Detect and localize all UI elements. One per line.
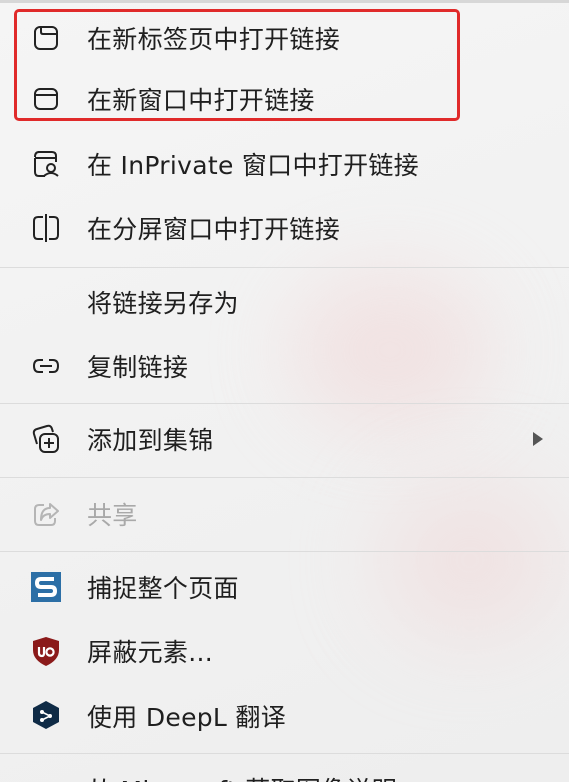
menu-item-open-in-split-screen[interactable]: 在分屏窗口中打开链接 <box>0 200 569 256</box>
menu-item-label: 屏蔽元素... <box>87 638 213 667</box>
highlight-annotation <box>14 9 460 121</box>
menu-divider <box>0 403 569 404</box>
menu-item-label: 捕捉整个页面 <box>87 574 239 603</box>
menu-divider <box>0 477 569 478</box>
collections-add-icon <box>28 421 64 457</box>
menu-divider <box>0 753 569 754</box>
menu-item-label: 共享 <box>87 501 138 530</box>
menu-item-copy-link[interactable]: 复制链接 <box>0 338 569 394</box>
menu-item-label: 复制链接 <box>87 353 189 382</box>
menu-item-label: 将链接另存为 <box>87 289 239 318</box>
capture-page-icon <box>28 569 64 605</box>
menu-divider <box>0 267 569 268</box>
menu-divider <box>0 551 569 552</box>
deepl-icon <box>28 698 64 734</box>
inprivate-window-icon <box>28 146 64 182</box>
top-edge <box>0 0 569 3</box>
submenu-arrow-icon <box>533 432 543 446</box>
menu-item-label: 在 InPrivate 窗口中打开链接 <box>87 151 419 180</box>
menu-item-label: 使用 DeepL 翻译 <box>87 703 287 732</box>
menu-item-save-link-as[interactable]: 将链接另存为 <box>0 274 569 330</box>
menu-item-block-element[interactable]: 屏蔽元素... <box>0 623 569 679</box>
menu-item-add-to-collections[interactable]: 添加到集锦 <box>0 411 569 467</box>
menu-item-open-in-inprivate[interactable]: 在 InPrivate 窗口中打开链接 <box>0 136 569 192</box>
menu-item-capture-full-page[interactable]: 捕捉整个页面 <box>0 559 569 615</box>
menu-item-label: 在分屏窗口中打开链接 <box>87 215 341 244</box>
menu-item-label: 添加到集锦 <box>87 426 214 455</box>
menu-item-deepl-translate[interactable]: 使用 DeepL 翻译 <box>0 688 569 744</box>
menu-item-label: 从 Microsoft 获取图像说明 <box>87 771 397 782</box>
ublock-shield-icon <box>28 633 64 669</box>
split-screen-icon <box>28 210 64 246</box>
menu-item-share: 共享 <box>0 486 569 542</box>
menu-item-get-image-descriptions[interactable]: 从 Microsoft 获取图像说明 <box>0 761 569 782</box>
context-menu: 在新标签页中打开链接 在新窗口中打开链接 在 InPrivate 窗口中打开链接 <box>0 0 569 782</box>
link-icon <box>28 348 64 384</box>
share-icon <box>28 496 64 532</box>
